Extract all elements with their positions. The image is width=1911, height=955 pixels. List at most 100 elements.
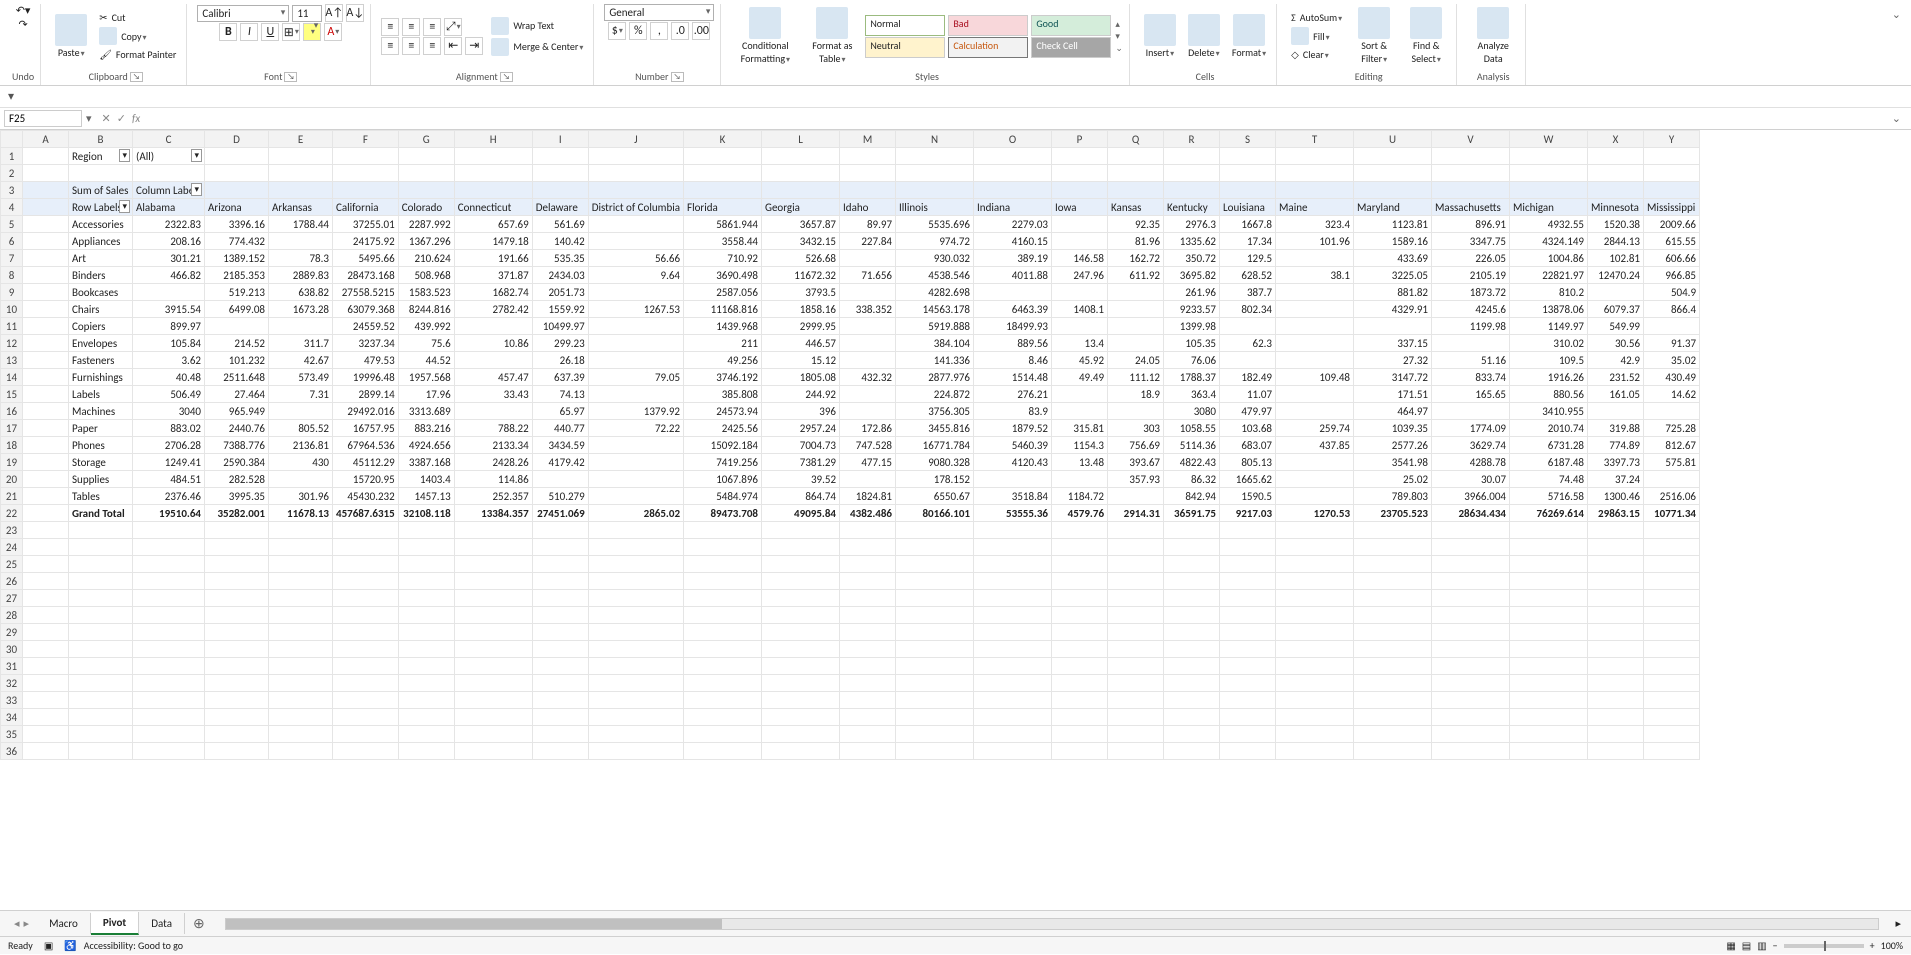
cell[interactable] (1354, 556, 1432, 573)
data-cell[interactable]: 430.49 (1644, 369, 1700, 386)
cell[interactable] (532, 658, 588, 675)
data-cell[interactable]: 3237.34 (333, 335, 399, 352)
data-cell[interactable] (1644, 471, 1700, 488)
styles-up-icon[interactable]: ▴ (1115, 19, 1123, 30)
cell[interactable] (762, 539, 840, 556)
inc-decimal-icon[interactable]: .0 (671, 22, 689, 40)
cell[interactable] (333, 590, 399, 607)
cell[interactable] (1164, 182, 1220, 199)
data-cell[interactable]: 526.68 (762, 250, 840, 267)
filter-region-label[interactable]: Region (69, 148, 133, 165)
data-cell[interactable]: 974.72 (896, 233, 974, 250)
cell[interactable] (269, 539, 333, 556)
orientation-icon[interactable]: ⤢ (444, 18, 462, 36)
cell[interactable] (974, 675, 1052, 692)
data-cell[interactable]: 79.05 (588, 369, 683, 386)
cell[interactable] (840, 607, 896, 624)
cell[interactable] (684, 692, 762, 709)
painter-button[interactable]: 🖌Format Painter (95, 47, 180, 62)
data-cell[interactable]: 6079.37 (1588, 301, 1644, 318)
cell[interactable] (23, 284, 69, 301)
data-cell[interactable] (974, 471, 1052, 488)
cell[interactable] (23, 233, 69, 250)
style-normal[interactable]: Normal (865, 15, 945, 36)
tab-nav-prev-icon[interactable]: ◂ (14, 917, 20, 930)
cell[interactable] (1052, 743, 1108, 760)
data-cell[interactable]: 883.02 (133, 420, 205, 437)
cell[interactable] (1510, 573, 1588, 590)
data-cell[interactable]: 282.528 (205, 471, 269, 488)
data-cell[interactable]: 3080 (1164, 403, 1220, 420)
data-cell[interactable] (588, 488, 683, 505)
row-header-25[interactable]: 25 (1, 556, 23, 573)
cell[interactable] (974, 539, 1052, 556)
cell[interactable] (840, 590, 896, 607)
cell[interactable] (974, 658, 1052, 675)
cell[interactable] (333, 726, 399, 743)
cell[interactable] (1432, 692, 1510, 709)
cell[interactable] (840, 522, 896, 539)
cell[interactable] (1588, 522, 1644, 539)
data-cell[interactable] (1588, 284, 1644, 301)
cell[interactable] (454, 624, 532, 641)
col-header-H[interactable]: H (454, 131, 532, 148)
cell[interactable] (1510, 658, 1588, 675)
cell[interactable] (205, 692, 269, 709)
cell[interactable] (762, 675, 840, 692)
data-cell[interactable] (1052, 216, 1108, 233)
data-cell[interactable]: 25.02 (1354, 471, 1432, 488)
col-header-B[interactable]: B (69, 131, 133, 148)
scrollbar-thumb[interactable] (226, 919, 722, 929)
cell[interactable] (1510, 709, 1588, 726)
find-select-button[interactable]: Find & Select (1402, 5, 1450, 67)
cell[interactable] (23, 590, 69, 607)
data-cell[interactable] (1354, 318, 1432, 335)
data-cell[interactable]: 805.13 (1220, 454, 1276, 471)
data-cell[interactable]: 72.22 (588, 420, 683, 437)
clipboard-launcher-icon[interactable]: ↘ (130, 72, 143, 82)
col-header-J[interactable]: J (588, 131, 683, 148)
data-cell[interactable] (1220, 318, 1276, 335)
data-cell[interactable] (1052, 284, 1108, 301)
cell[interactable] (23, 216, 69, 233)
cell[interactable] (1644, 675, 1700, 692)
data-cell[interactable]: 1667.8 (1220, 216, 1276, 233)
data-cell[interactable]: 6550.67 (896, 488, 974, 505)
cell[interactable] (1164, 607, 1220, 624)
cell[interactable] (1276, 624, 1354, 641)
cell[interactable] (1220, 522, 1276, 539)
cell[interactable] (762, 522, 840, 539)
data-cell[interactable]: 1805.08 (762, 369, 840, 386)
cell[interactable] (1220, 165, 1276, 182)
align-center-icon[interactable]: ≡ (402, 37, 420, 55)
cell[interactable] (269, 607, 333, 624)
cell[interactable] (269, 148, 333, 165)
data-cell[interactable]: 1408.1 (1052, 301, 1108, 318)
data-cell[interactable]: 774.89 (1588, 437, 1644, 454)
data-cell[interactable]: 210.624 (398, 250, 454, 267)
style-good[interactable]: Good (1031, 15, 1111, 36)
data-cell[interactable]: 396 (762, 403, 840, 420)
data-cell[interactable]: 2590.384 (205, 454, 269, 471)
data-cell[interactable]: 224.872 (896, 386, 974, 403)
data-cell[interactable]: 2706.28 (133, 437, 205, 454)
data-cell[interactable]: 802.34 (1220, 301, 1276, 318)
data-cell[interactable]: 549.99 (1588, 318, 1644, 335)
cell[interactable] (1644, 590, 1700, 607)
data-cell[interactable]: 464.97 (1354, 403, 1432, 420)
data-cell[interactable]: 24573.94 (684, 403, 762, 420)
data-cell[interactable]: 387.7 (1220, 284, 1276, 301)
data-cell[interactable]: 2957.24 (762, 420, 840, 437)
data-cell[interactable]: 3147.72 (1354, 369, 1432, 386)
cell[interactable] (23, 641, 69, 658)
data-cell[interactable] (1108, 318, 1164, 335)
data-cell[interactable]: 140.42 (532, 233, 588, 250)
cell[interactable] (454, 556, 532, 573)
cell[interactable] (69, 165, 133, 182)
data-cell[interactable]: 17.96 (398, 386, 454, 403)
cell[interactable] (398, 573, 454, 590)
cell[interactable] (896, 658, 974, 675)
data-cell[interactable]: 301.96 (269, 488, 333, 505)
col-header-L[interactable]: L (762, 131, 840, 148)
data-cell[interactable]: 78.3 (269, 250, 333, 267)
